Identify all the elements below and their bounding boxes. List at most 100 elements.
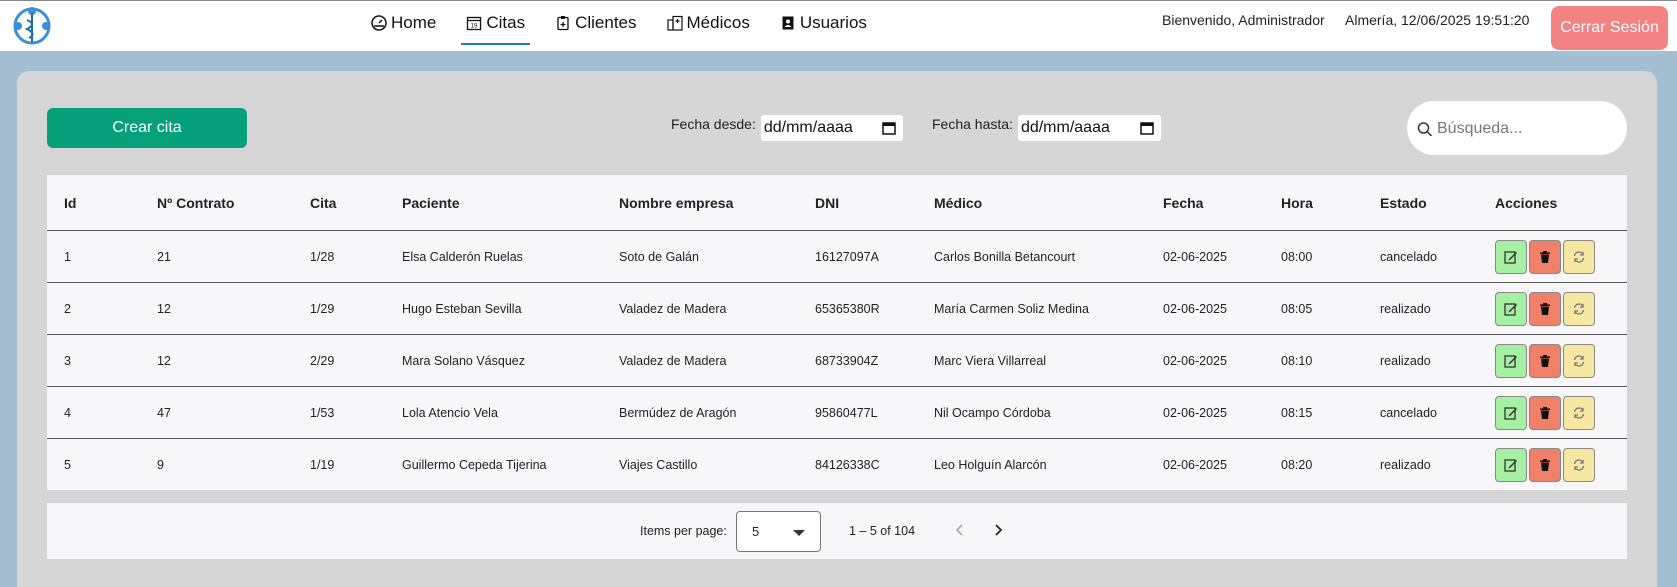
trash-icon — [1540, 458, 1550, 471]
calendar-picker-icon[interactable] — [1140, 121, 1154, 135]
cell-id: 2 — [64, 301, 71, 316]
cell-company: Soto de Galán — [619, 249, 699, 264]
cell-status: realizado — [1380, 301, 1431, 316]
status-change-button[interactable] — [1563, 239, 1595, 274]
nav-usuarios[interactable]: Usuarios — [775, 1, 872, 45]
table-row: 2 12 1/29 Hugo Esteban Sevilla Valadez de Ma… — [47, 283, 1627, 335]
cell-id: 3 — [64, 353, 71, 368]
status-change-button[interactable] — [1563, 395, 1595, 430]
cell-id: 4 — [64, 405, 71, 420]
edit-button[interactable] — [1495, 343, 1527, 378]
col-dni[interactable]: DNI — [798, 195, 917, 211]
nav-home-label: Home — [391, 13, 437, 32]
nav-clientes-label: Clientes — [575, 13, 637, 32]
next-page-icon[interactable] — [988, 520, 1008, 540]
top-navbar: Home 19 Citas Clientes Médicos Usuarios … — [0, 0, 1677, 51]
edit-button[interactable] — [1495, 291, 1527, 326]
cell-cita: 1/19 — [310, 457, 335, 472]
row-actions — [1478, 291, 1627, 326]
cell-contract: 9 — [157, 457, 164, 472]
create-appointment-button[interactable]: Crear cita — [47, 108, 247, 148]
cell-dni: 95860477L — [815, 405, 878, 420]
status-change-button[interactable] — [1563, 291, 1595, 326]
col-cita[interactable]: Cita — [293, 195, 385, 211]
items-per-page-value: 5 — [752, 524, 760, 539]
cell-time: 08:15 — [1281, 405, 1313, 420]
logout-button[interactable]: Cerrar Sesión — [1551, 6, 1668, 50]
trash-icon — [1540, 354, 1550, 367]
cell-patient: Hugo Esteban Sevilla — [402, 301, 522, 316]
previous-page-icon[interactable] — [950, 520, 970, 540]
delete-button[interactable] — [1529, 447, 1561, 482]
nav-citas[interactable]: 19 Citas — [461, 1, 530, 45]
appointments-table: Id Nº Contrato Cita Paciente Nombre empr… — [47, 175, 1627, 490]
hospital-icon — [666, 15, 683, 31]
col-date[interactable]: Fecha — [1146, 195, 1264, 211]
cell-id: 1 — [64, 249, 71, 264]
cell-contract: 21 — [157, 249, 171, 264]
row-actions — [1478, 395, 1627, 430]
date-from-input[interactable]: dd/mm/aaaa — [760, 115, 903, 141]
col-doctor[interactable]: Médico — [917, 195, 1146, 211]
cell-cita: 1/29 — [310, 301, 335, 316]
cell-cita: 2/29 — [310, 353, 335, 368]
cell-company: Valadez de Madera — [619, 353, 727, 368]
items-per-page-select[interactable]: 5 — [736, 511, 821, 552]
nav-home[interactable]: Home — [366, 1, 441, 45]
nav-clientes[interactable]: Clientes — [550, 1, 641, 45]
search-placeholder: Búsqueda... — [1437, 120, 1523, 137]
cell-id: 5 — [64, 457, 71, 472]
date-from-label: Fecha desde: — [671, 116, 756, 132]
edit-button[interactable] — [1495, 239, 1527, 274]
date-from-value: dd/mm/aaaa — [763, 119, 853, 136]
search-icon — [1417, 122, 1433, 136]
col-actions: Acciones — [1495, 194, 1558, 211]
cell-doctor: María Carmen Soliz Medina — [934, 301, 1089, 316]
row-actions — [1478, 239, 1627, 274]
refresh-icon — [1573, 406, 1585, 419]
edit-icon — [1504, 250, 1517, 264]
nav-citas-label: Citas — [486, 13, 526, 32]
col-company[interactable]: Nombre empresa — [602, 195, 798, 211]
cell-company: Viajes Castillo — [619, 457, 698, 472]
cell-doctor: Carlos Bonilla Betancourt — [934, 249, 1076, 264]
calendar-icon: 19 — [467, 16, 482, 31]
nav-medicos[interactable]: Médicos — [662, 1, 755, 45]
edit-button[interactable] — [1495, 447, 1527, 482]
delete-button[interactable] — [1529, 343, 1561, 378]
cell-doctor: Marc Viera Villarreal — [934, 353, 1047, 368]
calendar-picker-icon[interactable] — [882, 121, 896, 135]
cell-company: Valadez de Madera — [619, 301, 727, 316]
status-change-button[interactable] — [1563, 447, 1595, 482]
dashboard-gauge-icon — [371, 15, 387, 31]
table-row: 5 9 1/19 Guillermo Cepeda Tijerina Viajes Ca… — [47, 439, 1627, 490]
cell-status: realizado — [1380, 353, 1431, 368]
cell-dni: 84126338C — [815, 457, 880, 472]
appointments-card: Crear cita Fecha desde: dd/mm/aaaa Fecha… — [17, 71, 1657, 587]
date-from-group: Fecha desde: dd/mm/aaaa — [671, 115, 903, 141]
status-change-button[interactable] — [1563, 343, 1595, 378]
nav-medicos-label: Médicos — [686, 13, 750, 32]
svg-text:19: 19 — [471, 24, 478, 30]
col-status[interactable]: Estado — [1363, 195, 1478, 211]
cell-patient: Elsa Calderón Ruelas — [402, 249, 523, 264]
delete-button[interactable] — [1529, 395, 1561, 430]
table-body: 1 21 1/28 Elsa Calderón Ruelas Soto de Galán… — [47, 231, 1627, 490]
col-contract[interactable]: Nº Contrato — [140, 195, 293, 211]
delete-button[interactable] — [1529, 239, 1561, 274]
date-to-input[interactable]: dd/mm/aaaa — [1017, 115, 1161, 141]
clipboard-icon — [557, 16, 569, 31]
refresh-icon — [1573, 250, 1585, 263]
cell-dni: 68733904Z — [815, 353, 879, 368]
cell-time: 08:05 — [1281, 301, 1313, 316]
col-time[interactable]: Hora — [1264, 195, 1363, 211]
medical-caduceus-icon[interactable] — [10, 4, 54, 48]
delete-button[interactable] — [1529, 291, 1561, 326]
search-input[interactable]: Búsqueda... — [1407, 101, 1627, 155]
edit-button[interactable] — [1495, 395, 1527, 430]
edit-icon — [1504, 302, 1517, 316]
col-id[interactable]: Id — [47, 195, 140, 211]
date-to-group: Fecha hasta: dd/mm/aaaa — [932, 115, 1161, 141]
col-patient[interactable]: Paciente — [385, 195, 602, 211]
date-to-label: Fecha hasta: — [932, 116, 1013, 132]
